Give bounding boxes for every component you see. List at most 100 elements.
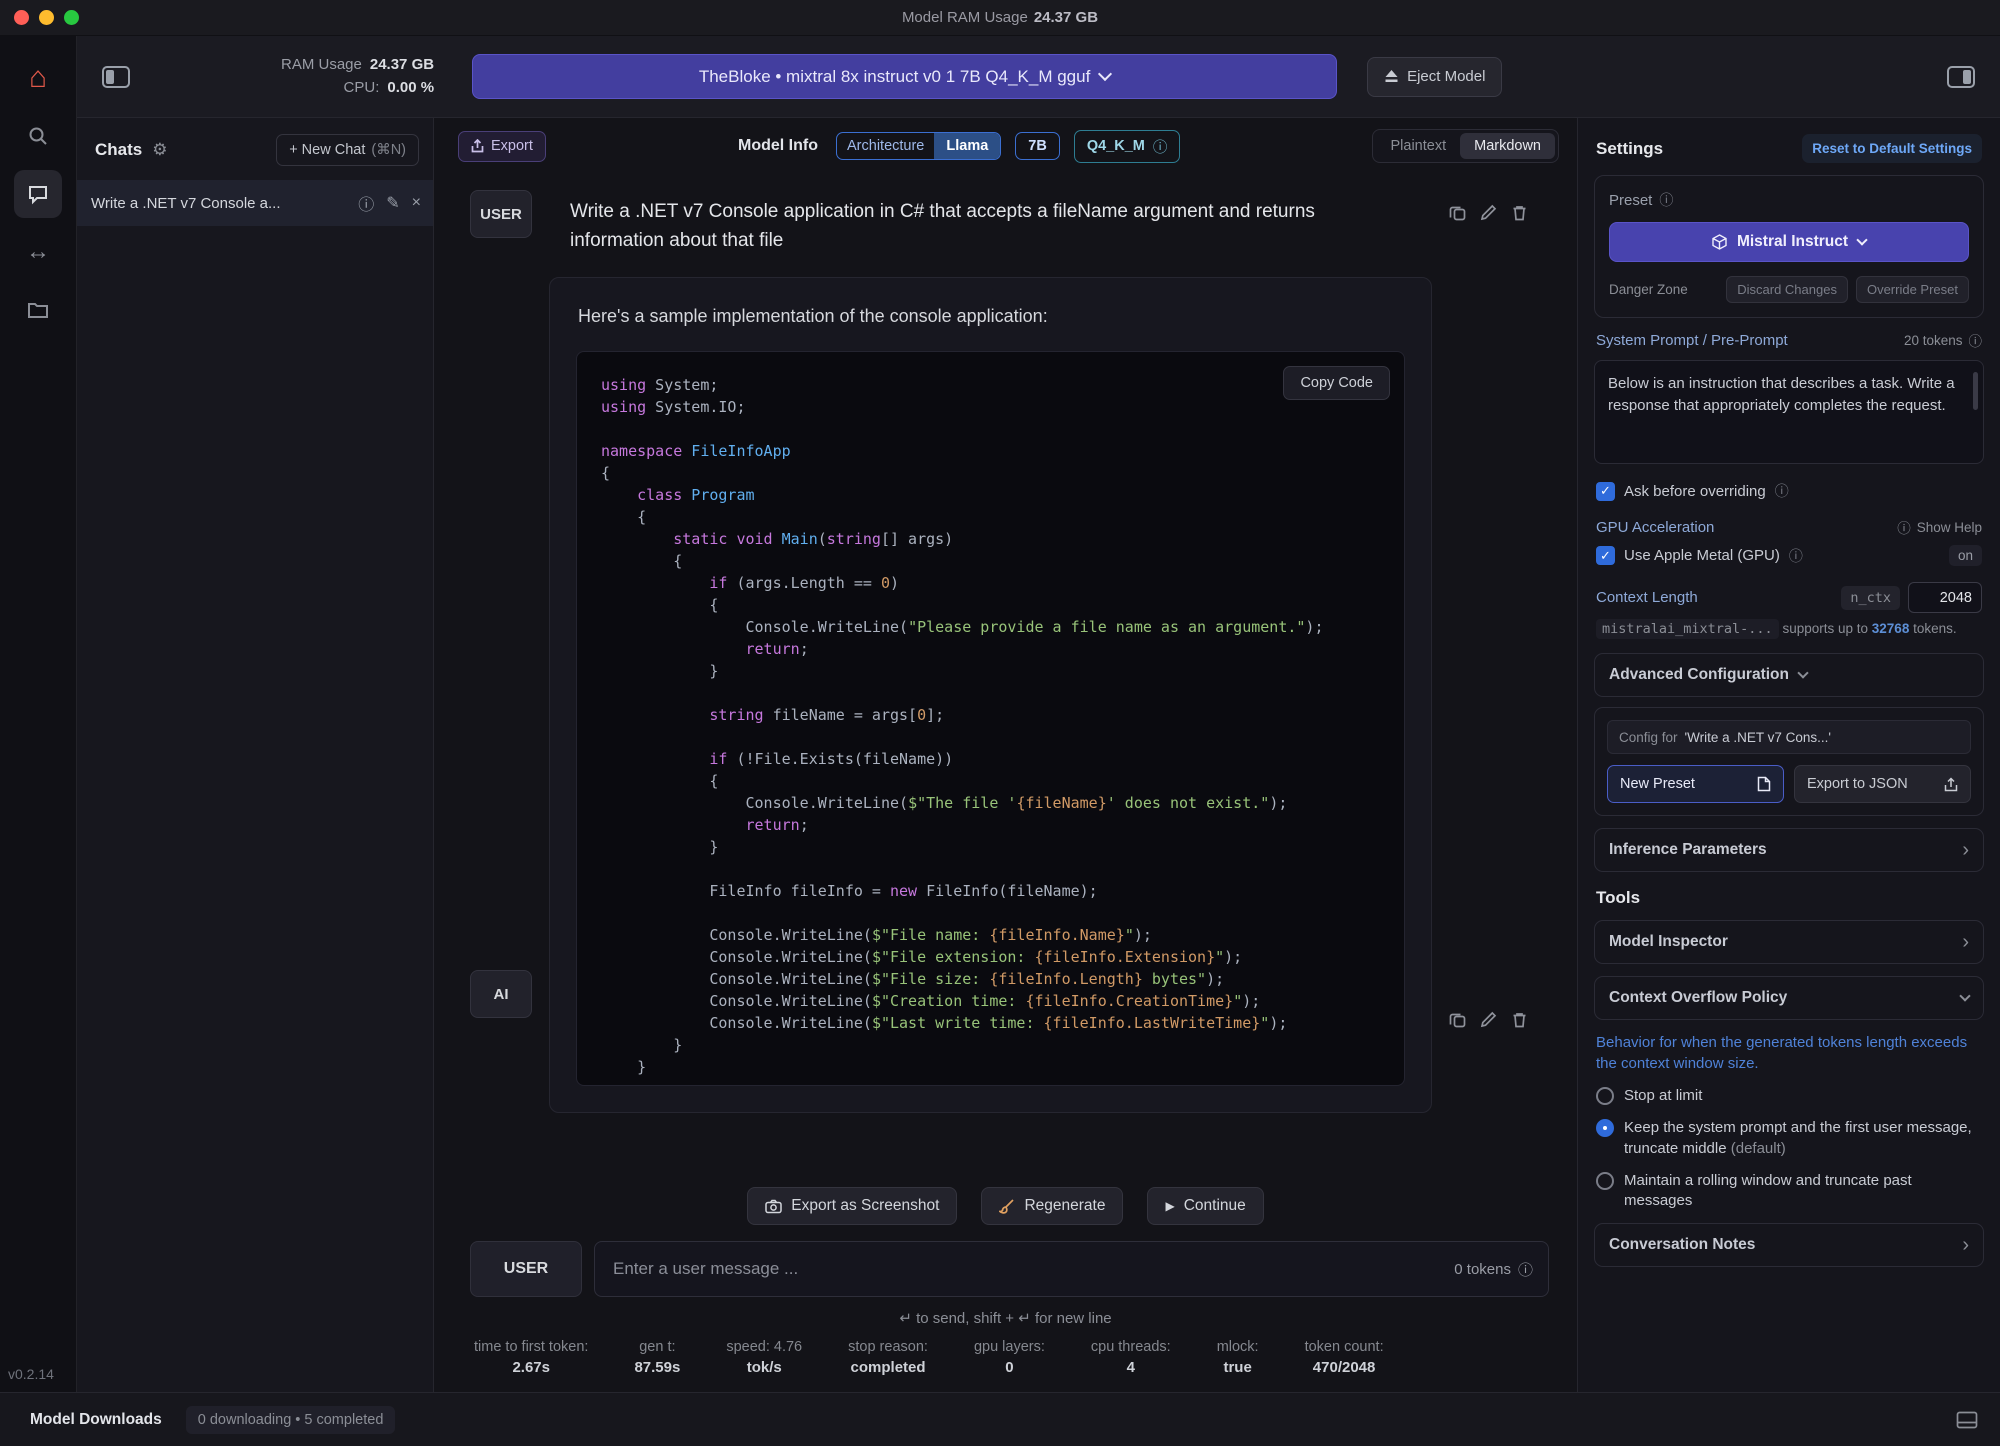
info-icon[interactable]: ⓘ xyxy=(1775,481,1789,501)
stat-gen-time: gen t:87.59s xyxy=(634,1339,680,1376)
downloads-panel-icon[interactable] xyxy=(1956,1411,1978,1429)
model-selector-dropdown[interactable]: TheBloke • mixtral 8x instruct v0 1 7B Q… xyxy=(472,54,1337,99)
code-line: Console.WriteLine($"File extension: {fil… xyxy=(601,946,1380,968)
context-length-input[interactable] xyxy=(1908,582,1982,613)
search-icon[interactable] xyxy=(14,112,62,160)
model-inspector-row[interactable]: Model Inspector › xyxy=(1594,920,1984,964)
header-bar: RAM Usage24.37 GB CPU:0.00 % TheBloke • … xyxy=(77,36,2000,118)
new-preset-button[interactable]: New Preset xyxy=(1607,765,1784,803)
copy-code-button[interactable]: Copy Code xyxy=(1283,366,1390,400)
toggle-right-panel-icon[interactable] xyxy=(1946,64,1976,90)
preset-dropdown[interactable]: Mistral Instruct xyxy=(1609,222,1969,262)
chat-icon[interactable] xyxy=(14,170,62,218)
code-line: static void Main(string[] args) xyxy=(601,528,1380,550)
settings-panel: Settings Reset to Default Settings Prese… xyxy=(1577,118,2000,1392)
chat-close-icon[interactable]: × xyxy=(412,194,421,212)
stat-mlock: mlock:true xyxy=(1217,1339,1259,1376)
info-icon[interactable]: ⓘ xyxy=(1659,190,1673,210)
info-icon[interactable]: ⓘ xyxy=(1153,136,1168,157)
radio-icon[interactable] xyxy=(1596,1087,1614,1105)
ai-message-card: Here's a sample implementation of the co… xyxy=(549,277,1432,1113)
chat-main: Export Model Info Architecture Llama 7B … xyxy=(434,118,1577,1392)
code-line: Console.WriteLine($"File size: {fileInfo… xyxy=(601,968,1380,990)
regenerate-button[interactable]: Regenerate xyxy=(981,1187,1123,1225)
conversation-notes-row[interactable]: Conversation Notes › xyxy=(1594,1223,1984,1267)
message-input[interactable] xyxy=(594,1241,1549,1297)
chat-info-icon[interactable]: ⓘ xyxy=(358,191,374,215)
code-line xyxy=(601,902,1380,924)
code-line: { xyxy=(601,770,1380,792)
system-prompt-textarea[interactable]: Below is an instruction that describes a… xyxy=(1594,360,1984,464)
overflow-option-rolling-window[interactable]: Maintain a rolling window and truncate p… xyxy=(1596,1171,1982,1212)
info-icon[interactable]: ⓘ xyxy=(1789,546,1803,566)
radio-icon[interactable] xyxy=(1596,1119,1614,1137)
composer-role-chip[interactable]: USER xyxy=(470,1241,582,1297)
plaintext-toggle[interactable]: Plaintext xyxy=(1376,133,1460,159)
params-badge: 7B xyxy=(1015,132,1060,160)
copy-message-icon[interactable] xyxy=(1449,1011,1466,1028)
config-for-field[interactable]: Config for 'Write a .NET v7 Cons...' xyxy=(1607,720,1971,754)
overflow-option-stop[interactable]: Stop at limit xyxy=(1596,1086,1982,1106)
show-help-link[interactable]: ⓘ Show Help xyxy=(1897,517,1982,537)
ask-before-overriding-checkbox[interactable] xyxy=(1596,482,1615,501)
code-line xyxy=(601,858,1380,880)
user-avatar: USER xyxy=(470,190,532,238)
code-line: } xyxy=(601,836,1380,858)
inference-parameters-row[interactable]: Inference Parameters › xyxy=(1594,828,1984,872)
info-icon[interactable]: ⓘ xyxy=(1969,330,1983,350)
code-line xyxy=(601,418,1380,440)
code-block[interactable]: Copy Code using System;using System.IO; … xyxy=(576,351,1405,1086)
chats-settings-gear-icon[interactable]: ⚙ xyxy=(152,140,167,160)
token-counter: 0 tokens ⓘ xyxy=(1454,1241,1533,1297)
format-toggle: Plaintext Markdown xyxy=(1372,129,1559,163)
use-apple-metal-label: Use Apple Metal (GPU) xyxy=(1624,547,1780,564)
code-line: if (!File.Exists(fileName)) xyxy=(601,748,1380,770)
reset-settings-button[interactable]: Reset to Default Settings xyxy=(1802,134,1982,163)
edit-message-icon[interactable] xyxy=(1480,204,1497,255)
code-line: if (args.Length == 0) xyxy=(601,572,1380,594)
info-icon[interactable]: ⓘ xyxy=(1518,1259,1533,1280)
copy-message-icon[interactable] xyxy=(1449,204,1466,255)
code-line: return; xyxy=(601,814,1380,836)
gpu-acceleration-label: GPU Acceleration xyxy=(1596,519,1897,536)
message-actions: Export as Screenshot Regenerate ▶ Contin… xyxy=(434,1171,1577,1233)
local-server-icon[interactable]: ↔ xyxy=(14,228,62,276)
delete-message-icon[interactable] xyxy=(1511,1011,1528,1028)
code-line: return; xyxy=(601,638,1380,660)
chat-messages[interactable]: USER Write a .NET v7 Console application… xyxy=(434,174,1577,1171)
eject-model-button[interactable]: Eject Model xyxy=(1367,57,1502,97)
code-line: using System; xyxy=(601,374,1380,396)
scrollbar-thumb[interactable] xyxy=(1973,372,1978,410)
override-preset-button[interactable]: Override Preset xyxy=(1856,276,1969,303)
resource-usage: RAM Usage24.37 GB CPU:0.00 % xyxy=(281,54,434,99)
preset-section: Preset ⓘ Mistral Instruct Danger Zone xyxy=(1594,175,1984,318)
edit-message-icon[interactable] xyxy=(1480,1011,1497,1028)
code-line: { xyxy=(601,594,1380,616)
window-title: Model RAM Usage24.37 GB xyxy=(0,9,2000,26)
continue-button[interactable]: ▶ Continue xyxy=(1147,1187,1263,1225)
discard-changes-button[interactable]: Discard Changes xyxy=(1726,276,1848,303)
export-chat-button[interactable]: Export xyxy=(458,131,546,162)
markdown-toggle[interactable]: Markdown xyxy=(1460,133,1555,159)
play-icon: ▶ xyxy=(1165,1199,1174,1213)
new-chat-button[interactable]: + New Chat(⌘N) xyxy=(276,134,419,166)
model-downloads-label[interactable]: Model Downloads xyxy=(30,1411,162,1429)
gpu-state-badge: on xyxy=(1949,545,1982,566)
chevron-right-icon: › xyxy=(1962,931,1969,954)
export-to-json-button[interactable]: Export to JSON xyxy=(1794,765,1971,803)
overflow-option-truncate-middle[interactable]: Keep the system prompt and the first use… xyxy=(1596,1118,1982,1159)
context-overflow-policy-row[interactable]: Context Overflow Policy xyxy=(1594,976,1984,1020)
use-apple-metal-checkbox[interactable] xyxy=(1596,546,1615,565)
advanced-configuration-header[interactable]: Advanced Configuration xyxy=(1594,653,1984,697)
chat-edit-icon[interactable]: ✎ xyxy=(386,193,399,213)
my-models-folder-icon[interactable] xyxy=(14,286,62,334)
radio-icon[interactable] xyxy=(1596,1172,1614,1190)
code-line: Console.WriteLine($"Creation time: {file… xyxy=(601,990,1380,1012)
home-icon[interactable]: ⌂ xyxy=(14,54,62,102)
delete-message-icon[interactable] xyxy=(1511,204,1528,255)
export-screenshot-button[interactable]: Export as Screenshot xyxy=(747,1187,957,1225)
chat-list-item[interactable]: Write a .NET v7 Console a... ⓘ ✎ × xyxy=(77,180,433,226)
ask-before-overriding-label: Ask before overriding xyxy=(1624,483,1766,500)
stat-token-count: token count:470/2048 xyxy=(1305,1339,1384,1376)
toggle-left-panel-icon[interactable] xyxy=(101,64,131,90)
